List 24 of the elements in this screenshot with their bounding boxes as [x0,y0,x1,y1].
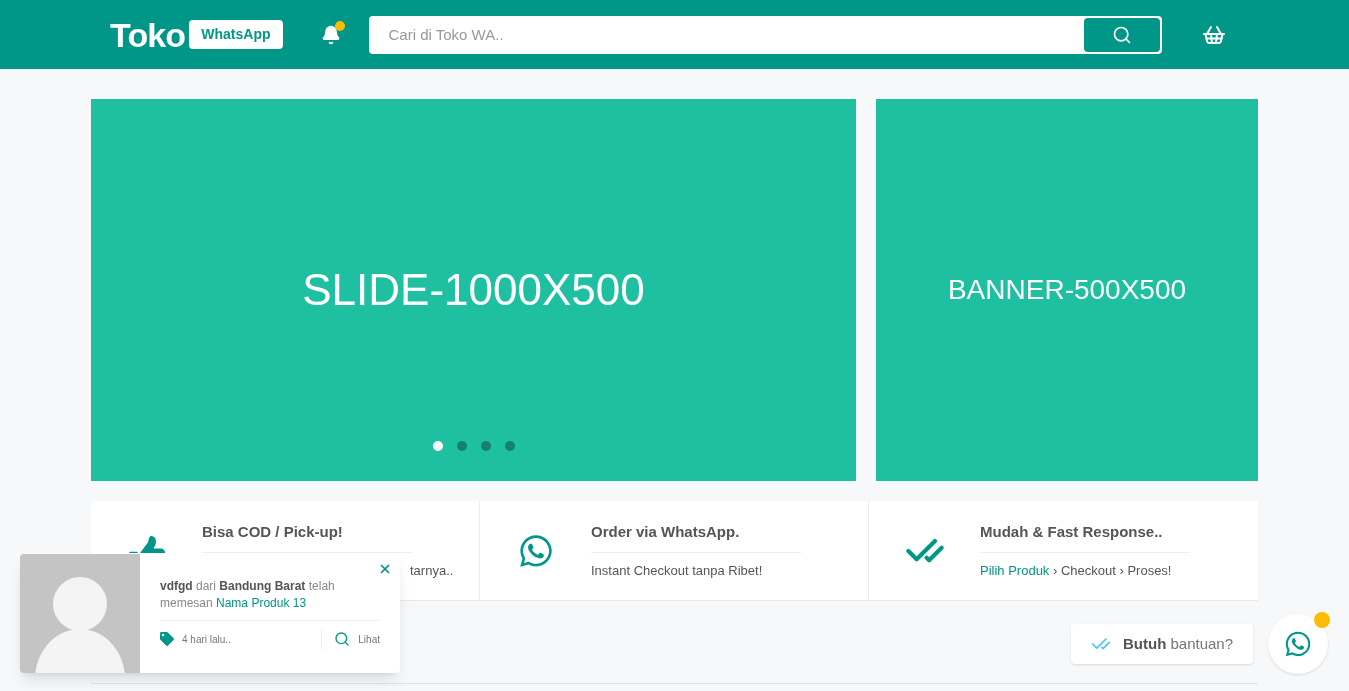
logo[interactable]: Toko WhatsApp [110,17,283,52]
feature-subtitle: Pilih Produk › Checkout › Proses! [980,561,1172,580]
order-time: 4 hari lalu.. [182,632,231,647]
whatsapp-icon [517,532,554,569]
tag-icon [160,632,174,646]
feature-subtitle: Instant Checkout tanpa Ribet! [591,561,763,580]
order-message: vdfgd dari Bandung Barat telah memesan Nama Produk 13 [160,578,380,621]
search-icon [334,631,351,647]
thumbs-up-icon [128,536,165,553]
feature-subtitle: tarnya.. [410,561,454,580]
feature-title: Order via WhatsApp. [591,521,801,553]
search-button[interactable] [1083,17,1160,52]
help-label: Butuh bantuan? [1123,633,1234,654]
help-bubble[interactable]: Butuh bantuan? [1071,624,1254,664]
slide-title: SLIDE-1000X500 [302,264,645,316]
whatsapp-chat-button[interactable] [1268,614,1329,674]
view-link[interactable]: Lihat [358,631,380,647]
feature-title: Bisa COD / Pick-up! [202,521,412,553]
whatsapp-icon [1284,630,1313,658]
close-icon[interactable] [378,562,392,576]
search-icon [1111,24,1132,45]
feature-title: Mudah & Fast Response.. [980,521,1190,553]
notification-bell-icon[interactable] [320,24,341,45]
banner-title: BANNER-500X500 [947,273,1187,307]
